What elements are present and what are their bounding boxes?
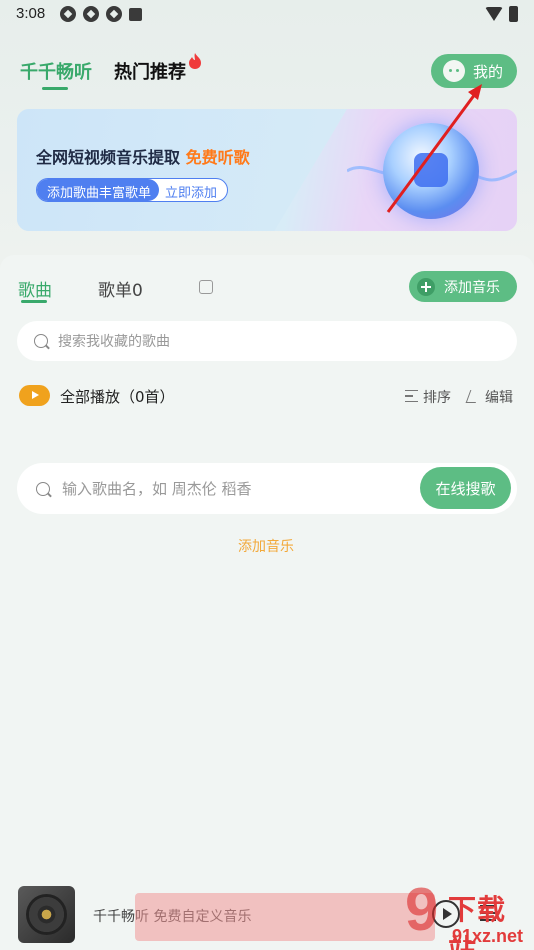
add-now-button[interactable]: 立即添加 (159, 179, 227, 201)
plus-icon (417, 277, 435, 296)
sort-icon[interactable] (405, 390, 418, 402)
wifi-icon (485, 7, 503, 21)
watermark-overlay (135, 893, 435, 941)
add-music-link[interactable]: 添加音乐 (238, 536, 294, 556)
search-placeholder: 搜索我收藏的歌曲 (58, 334, 170, 350)
notification-icons (60, 6, 142, 22)
a-icon (129, 8, 142, 21)
tab-playlists[interactable]: 歌单0 (98, 276, 143, 301)
watermark-logo: 9 (405, 876, 439, 943)
app-icon (83, 6, 99, 22)
album-art[interactable] (18, 886, 75, 943)
app-icon (106, 6, 122, 22)
fire-icon (189, 53, 201, 69)
search-icon (34, 334, 48, 348)
play-all-icon[interactable] (19, 385, 50, 406)
status-time: 3:08 (16, 5, 46, 22)
red-arrow-annotation (386, 84, 482, 213)
banner-title-highlight: 免费听歌 (185, 148, 250, 167)
banner-background (17, 109, 347, 231)
sort-button[interactable]: 排序 (423, 387, 451, 407)
tab-qianqian[interactable]: 千千畅听 (20, 58, 92, 84)
tab-active-indicator (42, 87, 68, 90)
online-search-placeholder: 输入歌曲名，如 周杰伦 稻香 (62, 480, 252, 498)
banner-title: 全网短视频音乐提取 免费听歌 (36, 144, 250, 168)
add-music-label: 添加音乐 (444, 279, 500, 296)
avatar-icon (443, 60, 465, 82)
favorites-search-input[interactable]: 搜索我收藏的歌曲 (17, 321, 517, 361)
online-search-button[interactable]: 在线搜歌 (420, 467, 511, 509)
tab-recommend[interactable]: 热门推荐 (114, 58, 186, 84)
edit-playlist-icon[interactable] (199, 280, 213, 294)
mine-label: 我的 (473, 62, 504, 81)
watermark-url: 91xz.net (452, 926, 524, 946)
edit-button[interactable]: 编辑 (485, 387, 513, 407)
battery-icon (509, 6, 518, 22)
tab-songs[interactable]: 歌曲 (18, 276, 52, 301)
tab-songs-indicator (21, 300, 47, 303)
banner-pill[interactable]: 添加歌曲丰富歌单 立即添加 (36, 178, 229, 202)
status-right (485, 6, 518, 22)
status-bar: 3:08 (0, 0, 534, 30)
add-music-button[interactable]: 添加音乐 (409, 271, 517, 302)
banner-pill-label: 添加歌曲丰富歌单 (37, 179, 160, 201)
search-icon (36, 481, 50, 496)
play-all-label[interactable]: 全部播放（0首） (60, 386, 175, 407)
disc-icon (26, 894, 67, 935)
banner-title-main: 全网短视频音乐提取 (36, 148, 186, 167)
app-icon (60, 6, 76, 22)
